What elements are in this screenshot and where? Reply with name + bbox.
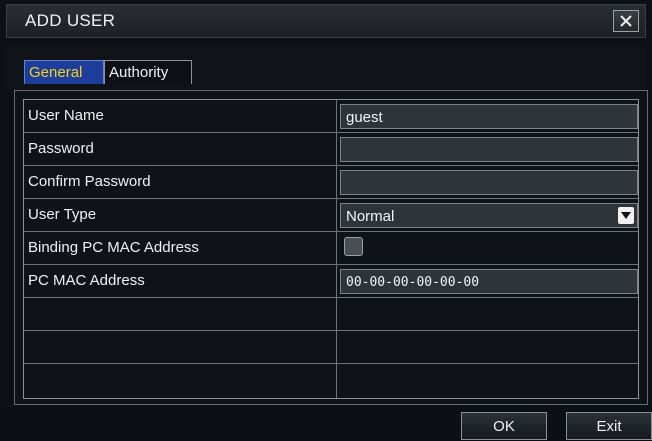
row-password: Password <box>24 133 638 166</box>
tab-bar: General Authority <box>6 46 646 90</box>
row-binding-mac: Binding PC MAC Address <box>24 232 638 265</box>
row-empty-3 <box>24 364 638 398</box>
row-pc-mac: PC MAC Address 00-00-00-00-00-00 <box>24 265 638 298</box>
button-bar: OK Exit <box>0 407 652 441</box>
user-type-value: Normal <box>346 208 395 225</box>
confirm-password-label: Confirm Password <box>24 166 337 198</box>
row-user-name: User Name guest <box>24 100 638 133</box>
pc-mac-cell: 00-00-00-00-00-00 <box>338 265 638 297</box>
exit-button[interactable]: Exit <box>566 412 652 440</box>
tab-authority[interactable]: Authority <box>104 60 192 84</box>
title-bar: ADD USER <box>6 4 646 38</box>
chevron-down-icon[interactable] <box>618 207 634 224</box>
user-name-cell: guest <box>338 100 638 132</box>
binding-mac-label: Binding PC MAC Address <box>24 232 337 264</box>
settings-grid: User Name guest Password Confirm Passwor… <box>23 99 639 399</box>
add-user-dialog: ADD USER General Authority User Name gue… <box>0 0 652 441</box>
close-icon <box>620 15 632 27</box>
confirm-password-cell <box>338 166 638 198</box>
empty-label-3 <box>24 364 337 398</box>
row-empty-1 <box>24 298 638 331</box>
binding-mac-checkbox[interactable] <box>344 237 363 256</box>
close-button[interactable] <box>613 10 639 32</box>
row-empty-2 <box>24 331 638 364</box>
password-label: Password <box>24 133 337 165</box>
user-type-cell: Normal <box>338 199 638 231</box>
pc-mac-field[interactable]: 00-00-00-00-00-00 <box>340 269 638 294</box>
row-user-type: User Type Normal <box>24 199 638 232</box>
ok-button[interactable]: OK <box>461 412 547 440</box>
user-type-select[interactable]: Normal <box>340 203 638 228</box>
row-confirm-password: Confirm Password <box>24 166 638 199</box>
binding-mac-cell <box>338 232 638 264</box>
tab-authority-label: Authority <box>109 64 169 81</box>
user-name-label: User Name <box>24 100 337 132</box>
password-cell <box>338 133 638 165</box>
empty-label-2 <box>24 331 337 363</box>
confirm-password-field[interactable] <box>340 170 638 195</box>
user-name-field[interactable]: guest <box>340 104 638 129</box>
password-field[interactable] <box>340 137 638 162</box>
general-panel: User Name guest Password Confirm Passwor… <box>14 90 648 405</box>
empty-label-1 <box>24 298 337 330</box>
pc-mac-label: PC MAC Address <box>24 265 337 297</box>
tab-general[interactable]: General <box>24 60 104 84</box>
dialog-title: ADD USER <box>25 11 116 30</box>
user-type-label: User Type <box>24 199 337 231</box>
tab-general-label: General <box>29 64 83 81</box>
